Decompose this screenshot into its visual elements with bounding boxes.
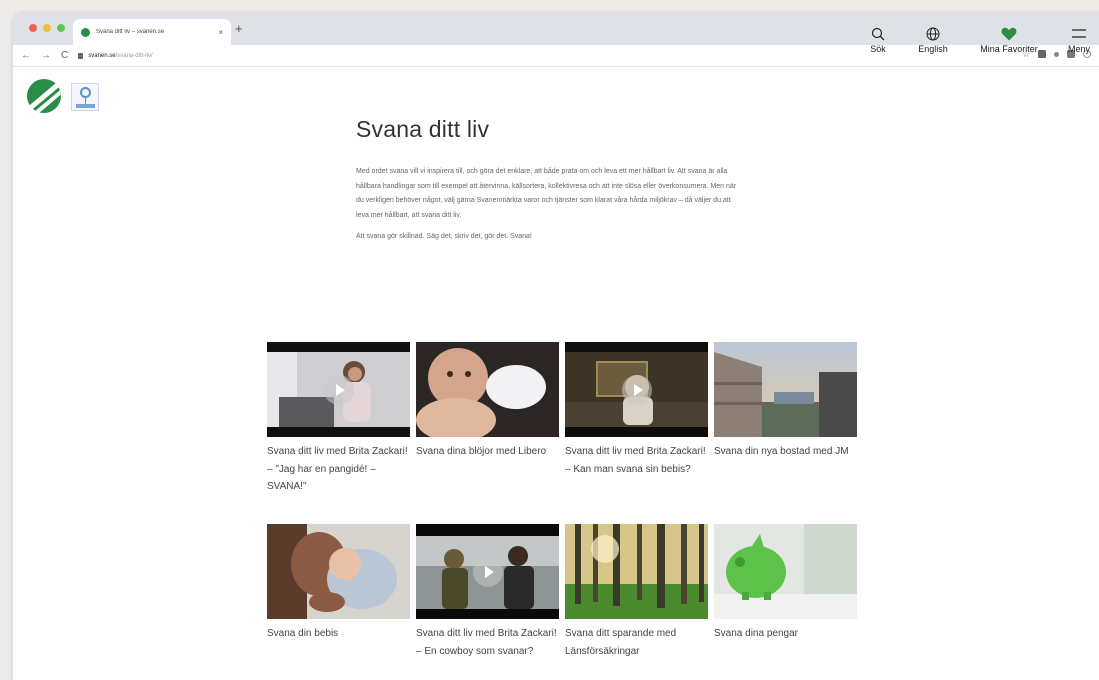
video-card[interactable]: Svana ditt liv med Brita Zackari! – En c… — [416, 524, 559, 660]
language-label: English — [918, 44, 948, 54]
video-card-title[interactable]: Svana ditt liv med Brita Zackari! – Kan … — [565, 443, 708, 478]
video-card[interactable]: Svana din nya bostad med JM — [714, 342, 857, 461]
globe-icon — [926, 27, 940, 41]
video-thumbnail[interactable] — [714, 342, 857, 437]
video-thumbnail[interactable] — [565, 524, 708, 619]
lock-icon — [78, 52, 84, 59]
video-card[interactable]: Svana ditt liv med Brita Zackari! – "Jag… — [267, 342, 410, 496]
video-card-title[interactable]: Svana ditt liv med Brita Zackari! – En c… — [416, 625, 559, 660]
search-icon — [871, 27, 885, 41]
video-thumbnail[interactable] — [416, 342, 559, 437]
browser-tab[interactable]: Svana ditt liv – svanen.se × — [73, 19, 231, 45]
page-title: Svana ditt liv — [356, 116, 490, 142]
menu-label: Meny — [1067, 44, 1090, 54]
eu-ecolabel-logo-icon[interactable] — [71, 83, 99, 111]
video-card[interactable]: Svana ditt sparande med Länsförsäkringar — [565, 524, 708, 660]
video-card-title[interactable]: Svana ditt sparande med Länsförsäkringar — [565, 625, 708, 660]
forward-button[interactable]: → — [41, 50, 51, 61]
favorites-label: Mina Favoriter — [980, 44, 1038, 54]
back-button[interactable]: ← — [21, 50, 31, 61]
heart-icon — [1001, 27, 1017, 41]
page-content: Svana ditt liv Med ordet svana vill vi i… — [356, 116, 744, 240]
video-thumbnail[interactable] — [714, 524, 857, 619]
video-thumbnail[interactable] — [565, 342, 708, 437]
video-thumbnail[interactable] — [416, 524, 559, 619]
video-card-title[interactable]: Svana din nya bostad med JM — [714, 443, 857, 461]
svanen-favicon-icon — [81, 27, 90, 37]
reload-button[interactable]: C — [61, 50, 68, 61]
search-button[interactable]: Sök — [865, 27, 891, 54]
hamburger-icon — [1072, 29, 1086, 38]
play-icon[interactable] — [472, 556, 503, 587]
extension-dot-icon[interactable] — [1054, 51, 1059, 57]
video-card[interactable]: Svana ditt liv med Brita Zackari! – Kan … — [565, 342, 708, 478]
video-card[interactable]: Svana din bebis — [267, 524, 410, 643]
video-thumbnail[interactable] — [267, 524, 410, 619]
favorites-button[interactable]: Mina Favoriter — [971, 27, 1047, 54]
close-window-button[interactable] — [29, 24, 37, 32]
maximize-window-button[interactable] — [57, 24, 65, 32]
play-icon[interactable] — [621, 374, 652, 405]
url-path: /svana-ditt-liv/ — [115, 52, 153, 59]
video-card-title[interactable]: Svana ditt liv med Brita Zackari! – "Jag… — [267, 443, 410, 496]
url-host: svanen.se — [88, 52, 116, 59]
tagline-paragraph: Att svana gör skillnad. Säg det, skriv d… — [356, 233, 532, 240]
address-bar[interactable]: svanen.se/svana-ditt-liv/ — [78, 52, 153, 59]
window-controls — [29, 24, 65, 32]
video-card-title[interactable]: Svana dina blöjor med Libero — [416, 443, 559, 461]
video-card[interactable]: Svana dina pengar — [714, 524, 857, 643]
search-label: Sök — [870, 44, 886, 54]
video-card-title[interactable]: Svana dina pengar — [714, 625, 857, 643]
menu-button[interactable]: Meny — [1065, 27, 1093, 54]
minimize-window-button[interactable] — [43, 24, 51, 32]
svanen-logo-icon[interactable] — [27, 79, 61, 113]
play-icon[interactable] — [323, 374, 354, 405]
language-button[interactable]: English — [911, 27, 955, 54]
video-thumbnail[interactable] — [267, 342, 410, 437]
video-card-title[interactable]: Svana din bebis — [267, 625, 410, 643]
intro-paragraph: Med ordet svana vill vi inspirera till, … — [356, 168, 737, 219]
video-card[interactable]: Svana dina blöjor med Libero — [416, 342, 559, 461]
new-tab-button[interactable]: + — [235, 21, 243, 36]
tab-title: Svana ditt liv – svanen.se — [96, 29, 165, 35]
tab-close-icon[interactable]: × — [218, 28, 223, 37]
